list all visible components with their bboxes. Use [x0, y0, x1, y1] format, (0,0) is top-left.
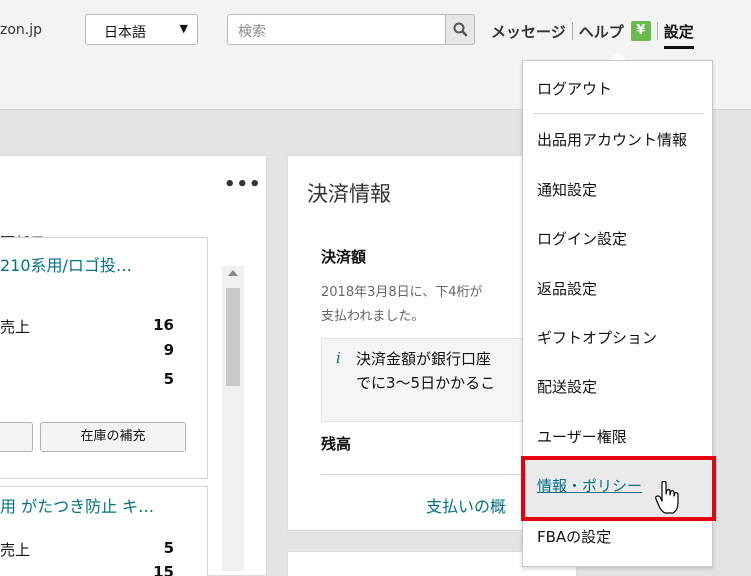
menu-item-returns[interactable]: 返品設定: [537, 278, 597, 299]
sales-label: 売上: [0, 541, 31, 559]
language-select[interactable]: 日本語 ▼: [85, 14, 198, 45]
replenish-inventory-button[interactable]: 在庫の補充: [40, 422, 186, 452]
scroll-up-arrow-icon[interactable]: [228, 270, 238, 276]
menu-divider: [533, 113, 704, 114]
settings-link[interactable]: 設定: [663, 21, 694, 49]
stat-value: 9: [163, 341, 174, 359]
search-placeholder: 検索: [238, 24, 266, 40]
info-icon: i: [336, 349, 341, 367]
nav-separator: [571, 22, 573, 40]
sales-label: 売上: [0, 318, 31, 336]
listing-title[interactable]: 210系用/ロゴ投…: [0, 252, 132, 276]
menu-item-notifications[interactable]: 通知設定: [537, 179, 597, 200]
menu-item-gift-options[interactable]: ギフトオプション: [537, 327, 657, 348]
menu-item-user-permissions[interactable]: ユーザー権限: [537, 426, 627, 447]
help-link[interactable]: ヘルプ: [579, 21, 624, 42]
menu-item-logout[interactable]: ログアウト: [537, 78, 612, 99]
search-input[interactable]: 検索: [227, 14, 475, 45]
stat-value: 16: [153, 316, 174, 334]
listing-action-button[interactable]: [0, 422, 33, 452]
menu-item-shipping[interactable]: 配送設定: [537, 376, 597, 397]
menu-item-fba-settings[interactable]: FBAの設定: [537, 526, 611, 547]
menu-item-account-info[interactable]: 出品用アカウント情報: [537, 129, 687, 150]
header-nav: メッセージ ヘルプ ¥ 設定: [491, 20, 694, 49]
payment-summary-link[interactable]: 支払いの概: [426, 493, 506, 517]
settings-dropdown-menu: ログアウト 出品用アカウント情報 通知設定 ログイン設定 返品設定 ギフトオプシ…: [521, 60, 716, 567]
search-icon: [453, 22, 468, 37]
dropdown-arrow-icon: ▼: [179, 22, 188, 35]
menu-item-info-policies[interactable]: 情報・ポリシー: [537, 475, 642, 496]
stat-value: 15: [153, 563, 174, 576]
stat-value: 5: [163, 370, 174, 388]
stat-value: 5: [163, 539, 174, 557]
listing-title[interactable]: 用 がたつき防止 キ…: [0, 493, 154, 517]
payments-title: 決済情報: [307, 182, 391, 206]
nav-separator: [656, 22, 658, 40]
language-value: 日本語: [104, 25, 146, 41]
listings-card: ••• 更新日： 2018/3/8 16:06:28 210系用/ロゴ投… 売上…: [0, 155, 267, 576]
brand-logo[interactable]: zon.jp: [0, 22, 42, 38]
messages-link[interactable]: メッセージ: [491, 21, 566, 42]
scroll-thumb[interactable]: [226, 288, 240, 386]
yen-icon[interactable]: ¥: [630, 21, 651, 41]
settlement-amount-label: 決済額: [321, 248, 367, 266]
menu-item-login-settings[interactable]: ログイン設定: [537, 228, 627, 249]
search-button[interactable]: [445, 14, 475, 45]
listings-scrollbar[interactable]: [222, 266, 244, 571]
more-options-icon[interactable]: •••: [224, 174, 262, 195]
balance-label: 残高: [321, 435, 352, 453]
hand-cursor-icon: [655, 481, 679, 514]
listing-item: 用 がたつき防止 キ… 売上 5 15: [0, 486, 208, 576]
listing-item: 210系用/ロゴ投… 売上 16 9 5 在庫の補充: [0, 237, 208, 479]
